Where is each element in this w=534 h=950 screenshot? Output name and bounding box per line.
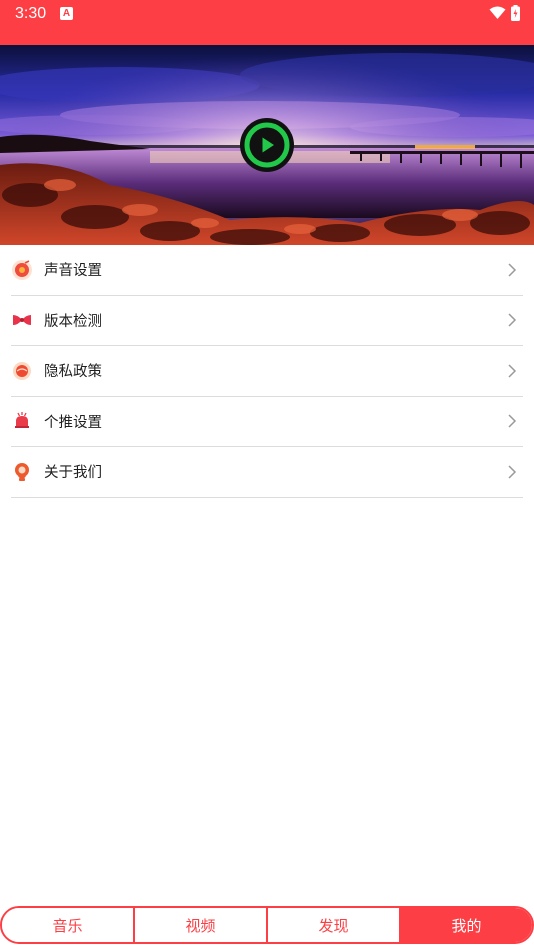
sound-icon: [11, 259, 33, 281]
play-icon: [240, 118, 294, 172]
menu-item-label: 版本检测: [44, 313, 102, 330]
play-button[interactable]: [239, 117, 295, 173]
about-icon: [11, 461, 33, 483]
status-time: 3:30: [15, 5, 47, 22]
menu-item-privacy-policy[interactable]: 隐私政策: [11, 346, 523, 397]
tab-mine[interactable]: 我的: [401, 908, 532, 942]
chevron-right-icon: [508, 364, 517, 378]
bottom-tab-bar: 音乐 视频 发现 我的: [0, 906, 534, 944]
wifi-icon: [489, 6, 506, 19]
push-icon: [11, 410, 33, 432]
menu-item-label: 声音设置: [44, 263, 102, 280]
banner-image: [0, 45, 534, 245]
menu-item-version-check[interactable]: 版本检测: [11, 296, 523, 346]
status-icons: [489, 5, 520, 21]
menu-item-about-us[interactable]: 关于我们: [11, 447, 523, 498]
menu-item-label: 关于我们: [44, 465, 102, 482]
settings-menu: 声音设置 版本检测 隐私政策 个推设置 关于我们: [0, 245, 534, 498]
privacy-icon: [11, 360, 33, 382]
menu-item-label: 隐私政策: [44, 364, 102, 381]
chevron-right-icon: [508, 465, 517, 479]
chevron-right-icon: [508, 414, 517, 428]
chevron-right-icon: [508, 263, 517, 277]
tab-music[interactable]: 音乐: [2, 908, 135, 942]
status-bar: 3:30 A: [0, 0, 534, 45]
chevron-right-icon: [508, 313, 517, 327]
menu-item-label: 个推设置: [44, 414, 102, 431]
tab-video[interactable]: 视频: [135, 908, 268, 942]
menu-item-push-settings[interactable]: 个推设置: [11, 397, 523, 447]
screen: 3:30 A 声音设置 版本检测 隐私政策 个推设置 关于我们 音乐 视频 发现…: [0, 0, 534, 950]
menu-item-sound-settings[interactable]: 声音设置: [11, 245, 523, 296]
battery-icon: [511, 5, 520, 21]
notification-icon: A: [60, 7, 73, 20]
tab-discover[interactable]: 发现: [268, 908, 401, 942]
version-icon: [11, 309, 33, 331]
